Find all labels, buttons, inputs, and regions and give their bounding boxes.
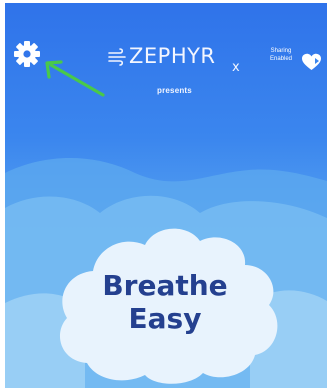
sharing-status-line1: Sharing <box>270 48 292 54</box>
sharing-status: Sharing Enabled <box>264 47 298 63</box>
heart-share-icon[interactable] <box>301 53 322 71</box>
brand-suffix: x <box>232 60 240 75</box>
hero-line-1: Breathe <box>102 269 228 302</box>
settings-button[interactable] <box>13 40 41 68</box>
cloud-hill-front <box>5 293 85 388</box>
presents-label: presents <box>157 86 192 95</box>
arrow-icon <box>45 60 105 97</box>
cloud-hill-right <box>250 290 327 388</box>
hero-line-2: Easy <box>128 302 202 335</box>
hero-headline: Breathe Easy <box>80 269 250 335</box>
app-screen: ZEPHYR x presents Sharing Enabled Breath… <box>5 3 327 388</box>
gear-icon <box>14 41 40 67</box>
brand-logo: ZEPHYR x <box>108 39 240 75</box>
brand-name: ZEPHYR <box>129 44 216 68</box>
sharing-status-line2: Enabled <box>269 56 293 62</box>
wind-icon <box>108 48 126 66</box>
